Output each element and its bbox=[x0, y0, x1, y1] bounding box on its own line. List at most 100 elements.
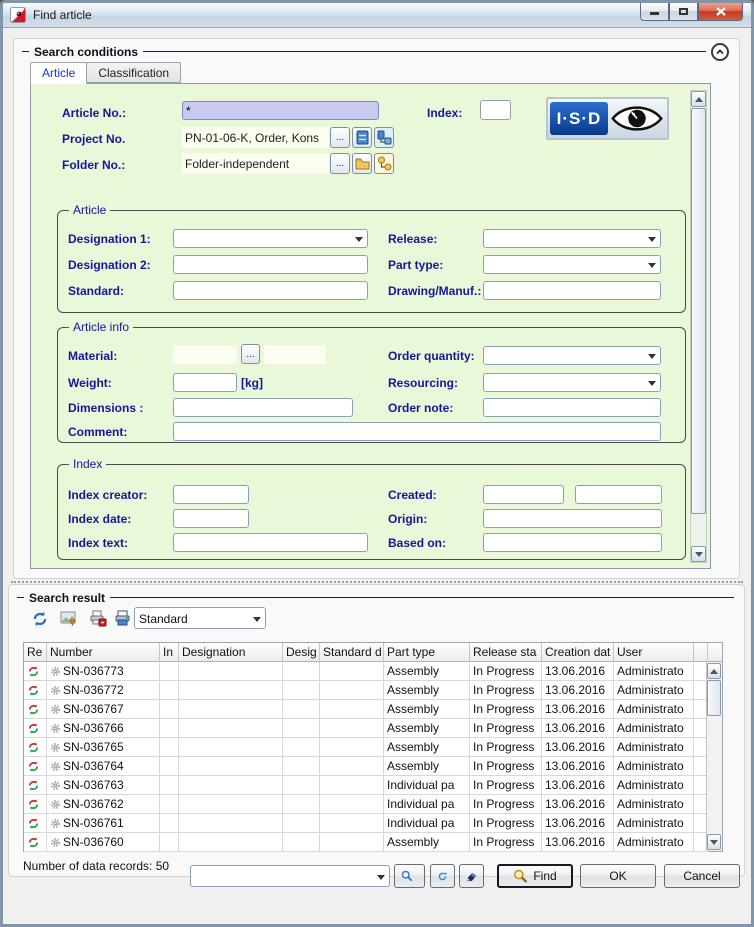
column-header-spacer[interactable] bbox=[694, 643, 708, 662]
table-row[interactable]: SN-036767 Assembly In Progress 13.06.201… bbox=[24, 700, 708, 719]
designation2-input[interactable] bbox=[173, 255, 368, 274]
order-quantity-combo[interactable] bbox=[483, 346, 661, 365]
folder-no-value[interactable]: Folder-independent bbox=[182, 153, 329, 174]
material-browse-button[interactable]: ... bbox=[241, 344, 260, 364]
result-layout-combo[interactable]: Standard bbox=[134, 607, 266, 629]
material-value[interactable] bbox=[173, 345, 237, 364]
article-no-input[interactable] bbox=[182, 101, 379, 120]
maximize-button[interactable] bbox=[669, 3, 698, 21]
index-text-input[interactable] bbox=[173, 533, 368, 552]
index-input[interactable] bbox=[480, 100, 511, 120]
ellipsis-icon: ... bbox=[336, 158, 344, 169]
export-result-button[interactable] bbox=[56, 606, 82, 631]
index-date-input[interactable] bbox=[173, 509, 249, 528]
table-row[interactable]: SN-036773 Assembly In Progress 13.06.201… bbox=[24, 662, 708, 681]
folder-structure-button[interactable] bbox=[374, 153, 394, 174]
print-result-button[interactable] bbox=[110, 606, 136, 631]
minimize-button[interactable] bbox=[640, 3, 669, 21]
triangle-up-icon bbox=[695, 97, 703, 102]
sync-status-cell bbox=[24, 757, 47, 776]
part-type-combo[interactable] bbox=[483, 255, 661, 274]
designation2-label: Designation 2: bbox=[68, 258, 151, 272]
table-row[interactable]: SN-036761 Individual pa In Progress 13.0… bbox=[24, 814, 708, 833]
material-info-value[interactable] bbox=[264, 345, 326, 364]
scroll-down-button[interactable] bbox=[691, 546, 706, 562]
magnifier-icon bbox=[401, 869, 413, 883]
header-dash bbox=[22, 51, 29, 52]
folder-structure-icon bbox=[377, 156, 392, 171]
column-header-in[interactable]: In bbox=[160, 643, 179, 662]
saved-search-combo[interactable] bbox=[190, 865, 390, 887]
resourcing-combo[interactable] bbox=[483, 373, 661, 392]
part-icon bbox=[50, 742, 61, 753]
release-combo[interactable] bbox=[483, 229, 661, 248]
created-from-input[interactable] bbox=[483, 485, 564, 504]
title-bar[interactable]: Find article bbox=[3, 3, 751, 28]
weight-input[interactable] bbox=[173, 373, 237, 392]
column-header-re[interactable]: Re bbox=[24, 643, 47, 662]
header-line bbox=[143, 51, 706, 52]
refresh-button[interactable] bbox=[430, 864, 455, 888]
table-row[interactable]: SN-036760 Assembly In Progress 13.06.201… bbox=[24, 833, 708, 852]
table-scrollbar-thumb[interactable] bbox=[707, 680, 721, 716]
origin-input[interactable] bbox=[483, 509, 662, 528]
tab-article[interactable]: Article bbox=[30, 62, 87, 84]
dimensions-input[interactable] bbox=[173, 398, 353, 417]
refresh-results-button[interactable] bbox=[27, 606, 53, 631]
table-row[interactable]: SN-036765 Assembly In Progress 13.06.201… bbox=[24, 738, 708, 757]
tab-classification[interactable]: Classification bbox=[86, 62, 181, 83]
scroll-up-button[interactable] bbox=[691, 91, 706, 107]
order-note-input[interactable] bbox=[483, 398, 661, 417]
close-button[interactable] bbox=[698, 3, 743, 21]
table-scrollbar[interactable] bbox=[706, 662, 722, 851]
table-scroll-up-button[interactable] bbox=[707, 663, 721, 679]
created-to-input[interactable] bbox=[575, 485, 662, 504]
folder-browse-button[interactable]: ... bbox=[330, 153, 350, 174]
designation2-cell bbox=[283, 719, 320, 738]
column-header-standard-d[interactable]: Standard d bbox=[320, 643, 384, 662]
project-cabinet-button[interactable] bbox=[352, 127, 372, 148]
column-header-number[interactable]: Number bbox=[47, 643, 160, 662]
column-header-desig[interactable]: Desig bbox=[283, 643, 320, 662]
column-header-part-type[interactable]: Part type bbox=[384, 643, 470, 662]
article-no-label: Article No.: bbox=[62, 106, 126, 120]
standard-input[interactable] bbox=[173, 281, 368, 300]
table-scroll-down-button[interactable] bbox=[707, 834, 721, 850]
comment-label: Comment: bbox=[68, 425, 127, 439]
table-row[interactable]: SN-036762 Individual pa In Progress 13.0… bbox=[24, 795, 708, 814]
project-no-value[interactable]: PN-01-06-K, Order, Kons bbox=[182, 127, 329, 148]
material-label: Material: bbox=[68, 349, 117, 363]
column-header-user[interactable]: User bbox=[614, 643, 694, 662]
column-header-release-sta[interactable]: Release sta bbox=[470, 643, 542, 662]
table-row[interactable]: SN-036766 Assembly In Progress 13.06.201… bbox=[24, 719, 708, 738]
clear-button[interactable] bbox=[459, 864, 484, 888]
table-row[interactable]: SN-036763 Individual pa In Progress 13.0… bbox=[24, 776, 708, 795]
based-on-input[interactable] bbox=[483, 533, 662, 552]
form-scrollbar[interactable] bbox=[690, 90, 707, 563]
ok-button[interactable]: OK bbox=[580, 864, 656, 888]
index-creator-input[interactable] bbox=[173, 485, 249, 504]
find-button[interactable]: Find bbox=[497, 864, 573, 888]
sync-status-icon bbox=[27, 817, 40, 830]
article-number: SN-036766 bbox=[63, 721, 124, 735]
drawing-manuf-input[interactable] bbox=[483, 281, 661, 300]
column-header-creation-dat[interactable]: Creation dat bbox=[542, 643, 614, 662]
collapse-button[interactable] bbox=[711, 43, 729, 61]
project-structure-button[interactable] bbox=[374, 127, 394, 148]
part-type-cell: Assembly bbox=[384, 700, 470, 719]
release-state-cell: In Progress bbox=[470, 833, 542, 852]
delete-result-button[interactable] bbox=[85, 606, 111, 631]
save-search-button[interactable] bbox=[394, 864, 425, 888]
user-cell: Administrato bbox=[614, 662, 694, 681]
column-header-designation[interactable]: Designation bbox=[179, 643, 283, 662]
designation1-combo[interactable] bbox=[173, 229, 368, 248]
table-row[interactable]: SN-036764 Assembly In Progress 13.06.201… bbox=[24, 757, 708, 776]
standard-cell bbox=[320, 700, 384, 719]
folder-open-button[interactable] bbox=[352, 153, 372, 174]
table-row[interactable]: SN-036772 Assembly In Progress 13.06.201… bbox=[24, 681, 708, 700]
scrollbar-thumb[interactable] bbox=[691, 108, 706, 514]
project-browse-button[interactable]: ... bbox=[330, 127, 350, 148]
cancel-button[interactable]: Cancel bbox=[664, 864, 740, 888]
designation-cell bbox=[179, 795, 283, 814]
comment-input[interactable] bbox=[173, 422, 661, 441]
